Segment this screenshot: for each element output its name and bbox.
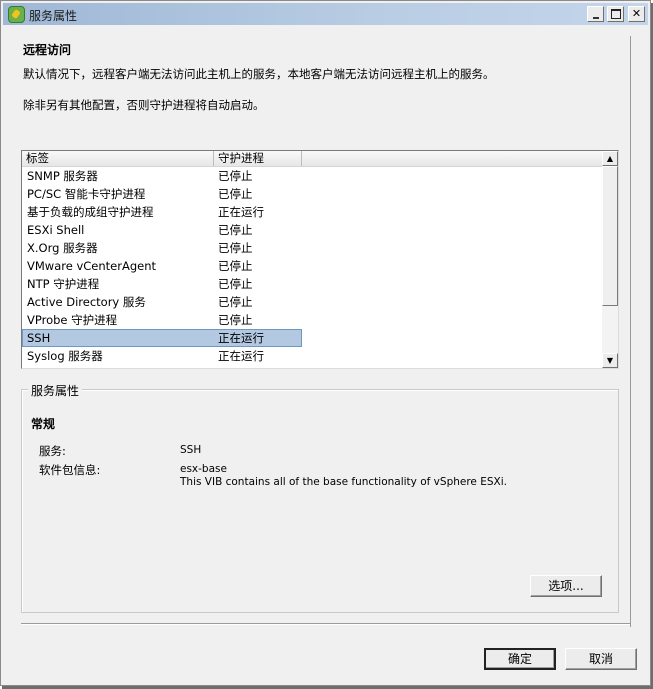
close-button[interactable]: ✕ [628,6,645,22]
service-row[interactable]: ESXi Shell 已停止 [22,221,602,239]
service-status-cell: 已停止 [218,223,253,237]
remote-access-description: 默认情况下，远程客户端无法访问此主机上的服务，本地客户端无法访问远程主机上的服务… [23,67,495,81]
service-status-cell: 正在运行 [218,349,264,363]
close-icon: ✕ [631,7,642,20]
service-row[interactable]: Syslog 服务器 正在运行 [22,347,602,365]
service-properties-group: 服务属性 常规 服务: SSH 软件包信息: esx-base This VIB… [21,382,619,613]
package-name: esx-base [180,463,227,475]
group-legend: 服务属性 [28,382,83,399]
column-header-label[interactable]: 标签 [22,151,214,166]
service-status-cell: 已停止 [218,313,253,327]
service-status-cell: 已停止 [218,259,253,273]
options-button[interactable]: 选项... [530,575,602,597]
daemon-autostart-note: 除非另有其他配置，否则守护进程将自动启动。 [23,98,265,112]
scrollbar-thumb[interactable] [602,166,618,306]
service-label-cell: SSH [27,331,51,345]
service-row[interactable]: Active Directory 服务 已停止 [22,293,602,311]
list-header: 标签 守护进程 [22,151,602,167]
arrow-up-icon: ▲ [606,154,614,163]
service-label-cell: PC/SC 智能卡守护进程 [27,187,146,201]
arrow-down-icon: ▼ [606,356,614,365]
service-label-cell: SNMP 服务器 [27,169,98,183]
window-title: 服务属性 [29,9,78,23]
scroll-down-button[interactable]: ▼ [602,353,618,368]
service-label-cell: 基于负载的成组守护进程 [27,205,154,219]
service-status-cell: 正在运行 [218,205,264,219]
scroll-up-button[interactable]: ▲ [602,151,618,166]
service-label: 服务: [39,444,66,458]
vsphere-app-icon [8,6,25,23]
service-status-cell: 已停止 [218,187,253,201]
service-status-cell: 已停止 [218,241,253,255]
package-info-label: 软件包信息: [39,463,101,477]
service-status-cell: 已停止 [218,295,253,309]
ok-button[interactable]: 确定 [484,648,556,670]
cancel-button[interactable]: 取消 [565,648,637,670]
service-label-cell: Syslog 服务器 [27,349,103,363]
service-rows: SNMP 服务器 已停止 PC/SC 智能卡守护进程 已停止 基于负载的成组守护进程 正在… [22,167,602,365]
service-value: SSH [180,444,202,456]
service-row[interactable]: 基于负载的成组守护进程 正在运行 [22,203,602,221]
dialog-content: 远程访问 默认情况下，远程客户端无法访问此主机上的服务，本地客户端无法访问远程主… [11,36,631,627]
package-description: This VIB contains all of the base functi… [180,476,507,488]
service-label-cell: X.Org 服务器 [27,241,98,255]
service-row[interactable]: SSH 正在运行 [22,329,602,347]
service-list[interactable]: 标签 守护进程 SNMP 服务器 已停止 PC/SC 智能卡守护进程 已停止 基于负载的… [21,150,619,369]
service-label-cell: VProbe 守护进程 [27,313,118,327]
service-label-cell: VMware vCenterAgent [27,259,156,273]
maximize-button[interactable] [607,6,624,22]
vertical-scrollbar[interactable]: ▲ ▼ [602,151,618,368]
service-status-cell: 已停止 [218,169,253,183]
service-row[interactable]: SNMP 服务器 已停止 [22,167,602,185]
footer-separator [21,623,630,625]
service-status-cell: 正在运行 [218,331,264,345]
service-row[interactable]: VProbe 守护进程 已停止 [22,311,602,329]
title-bar[interactable]: 服务属性 ✕ [3,3,648,25]
column-header-daemon[interactable]: 守护进程 [214,151,302,166]
minimize-button[interactable] [587,6,604,22]
maximize-icon [610,9,621,19]
service-label-cell: Active Directory 服务 [27,295,146,309]
general-section-title: 常规 [31,417,56,431]
service-label-cell: ESXi Shell [27,223,85,237]
remote-access-title: 远程访问 [23,43,72,57]
service-row[interactable]: VMware vCenterAgent 已停止 [22,257,602,275]
column-header-empty[interactable] [302,151,602,166]
minimize-icon [592,17,599,19]
service-properties-dialog: 服务属性 ✕ 远程访问 默认情况下，远程客户端无法访问此主机上的服务，本地客户端… [0,0,651,686]
service-row[interactable]: X.Org 服务器 已停止 [22,239,602,257]
service-row[interactable]: NTP 守护进程 已停止 [22,275,602,293]
service-label-cell: NTP 守护进程 [27,277,100,291]
service-status-cell: 已停止 [218,277,253,291]
service-row[interactable]: PC/SC 智能卡守护进程 已停止 [22,185,602,203]
